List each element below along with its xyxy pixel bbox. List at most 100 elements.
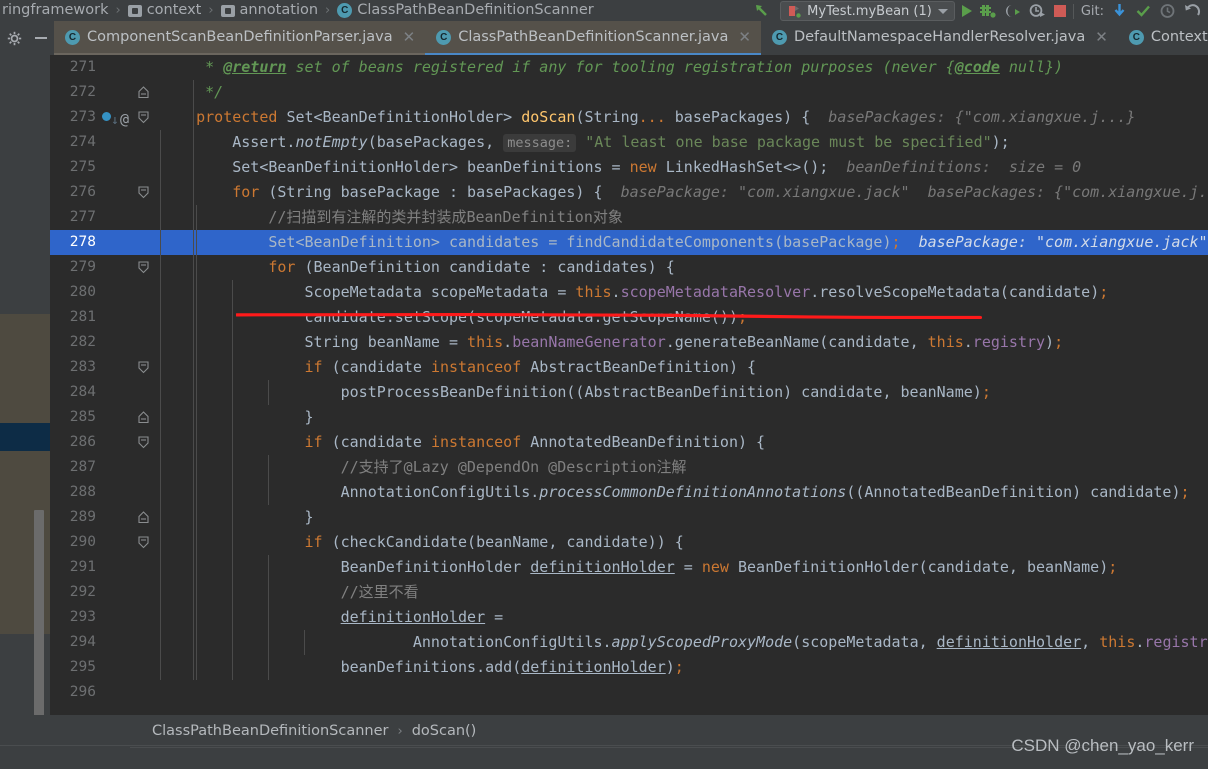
- run-configuration-selector[interactable]: MyTest.myBean (1): [780, 1, 955, 21]
- fold-start-icon[interactable]: [138, 436, 149, 449]
- line-gutter[interactable]: 274: [50, 130, 132, 155]
- line-gutter[interactable]: 282: [50, 330, 132, 355]
- line-gutter[interactable]: 295: [50, 655, 132, 680]
- close-icon[interactable]: ✕: [738, 28, 751, 46]
- code-text: AnnotationConfigUtils.processCommonDefin…: [160, 483, 1190, 501]
- code-line[interactable]: 296: [50, 680, 1208, 700]
- line-gutter[interactable]: 287: [50, 455, 132, 480]
- debug-button[interactable]: [979, 3, 997, 19]
- code-line[interactable]: 293 definitionHolder =: [50, 605, 1208, 630]
- class-icon: C: [1128, 29, 1144, 45]
- code-text: if (candidate instanceof AnnotatedBeanDe…: [304, 433, 766, 451]
- line-gutter[interactable]: 283: [50, 355, 149, 380]
- code-line[interactable]: 276 for (String basePackage : basePackag…: [50, 180, 1208, 205]
- code-line[interactable]: 292 //这里不看: [50, 580, 1208, 605]
- tab-label: ComponentScanBeanDefinitionParser.java: [87, 29, 393, 45]
- code-line[interactable]: 275 Set<BeanDefinitionHolder> beanDefini…: [50, 155, 1208, 180]
- line-gutter[interactable]: 294: [50, 630, 132, 655]
- toolbar-divider: [1072, 3, 1074, 19]
- code-line[interactable]: 288 AnnotationConfigUtils.processCommonD…: [50, 480, 1208, 505]
- line-gutter[interactable]: 293: [50, 605, 132, 630]
- fold-start-icon[interactable]: [138, 186, 149, 199]
- code-line[interactable]: 281 candidate.setScope(scopeMetadata.get…: [50, 305, 1208, 330]
- editor-tab-0[interactable]: C ComponentScanBeanDefinitionParser.java…: [54, 21, 426, 55]
- line-gutter[interactable]: 288: [50, 480, 132, 505]
- gear-icon[interactable]: [7, 31, 22, 46]
- git-update-button[interactable]: [1111, 3, 1128, 19]
- line-gutter[interactable]: 272: [50, 80, 149, 105]
- git-rollback-button[interactable]: [1183, 3, 1202, 19]
- git-commit-button[interactable]: [1135, 3, 1152, 19]
- fold-start-icon[interactable]: [138, 111, 149, 124]
- code-line[interactable]: 282 String beanName = this.beanNameGener…: [50, 330, 1208, 355]
- line-gutter[interactable]: 276: [50, 180, 149, 205]
- run-with-coverage-button[interactable]: [1004, 3, 1022, 19]
- run-button[interactable]: [961, 5, 972, 17]
- editor-tab-3[interactable]: C ContextNa: [1117, 21, 1208, 55]
- breadcrumb-item-class[interactable]: C ClassPathBeanDefinitionScanner: [335, 2, 595, 19]
- code-line[interactable]: 277 //扫描到有注解的类并封装成BeanDefinition对象: [50, 205, 1208, 230]
- line-gutter[interactable]: 292: [50, 580, 132, 605]
- line-gutter[interactable]: 277: [50, 205, 132, 230]
- fold-end-icon[interactable]: [138, 411, 149, 424]
- code-line[interactable]: 289 }: [50, 505, 1208, 530]
- code-line[interactable]: 278 Set<BeanDefinition> candidates = fin…: [50, 230, 1208, 255]
- code-line[interactable]: 279 for (BeanDefinition candidate : cand…: [50, 255, 1208, 280]
- hide-icon[interactable]: [35, 37, 47, 39]
- code-text: if (candidate instanceof AbstractBeanDef…: [304, 358, 757, 376]
- fold-end-icon[interactable]: [138, 511, 149, 524]
- annotation-marker-icon[interactable]: @: [120, 107, 129, 132]
- line-gutter[interactable]: 296: [50, 680, 132, 700]
- code-line[interactable]: 274 Assert.notEmpty(basePackages, messag…: [50, 130, 1208, 155]
- line-gutter[interactable]: 285: [50, 405, 149, 430]
- editor-tab-2[interactable]: C DefaultNamespaceHandlerResolver.java ✕: [760, 21, 1118, 55]
- code-line[interactable]: 285 }: [50, 405, 1208, 430]
- code-line[interactable]: 291 BeanDefinitionHolder definitionHolde…: [50, 555, 1208, 580]
- fold-start-icon[interactable]: [138, 361, 149, 374]
- code-line[interactable]: 294 AnnotationConfigUtils.applyScopedPro…: [50, 630, 1208, 655]
- code-line[interactable]: 287 //支持了@Lazy @DependOn @Description注解: [50, 455, 1208, 480]
- back-arrow-icon[interactable]: [753, 2, 773, 20]
- code-text: //这里不看: [340, 583, 419, 601]
- profile-button[interactable]: [1029, 3, 1047, 19]
- line-gutter[interactable]: 291: [50, 555, 132, 580]
- line-gutter[interactable]: 281: [50, 305, 132, 330]
- code-line[interactable]: 280 ScopeMetadata scopeMetadata = this.s…: [50, 280, 1208, 305]
- line-gutter[interactable]: 271: [50, 55, 132, 80]
- line-gutter[interactable]: 290: [50, 530, 149, 555]
- code-line[interactable]: 272 */: [50, 80, 1208, 105]
- line-gutter[interactable]: 278: [50, 230, 132, 255]
- fold-end-icon[interactable]: [138, 86, 149, 99]
- fold-start-icon[interactable]: [138, 261, 149, 274]
- line-gutter[interactable]: 289: [50, 505, 149, 530]
- breadcrumb-item-package[interactable]: ringframework: [0, 2, 110, 19]
- left-panel-scrollbar[interactable]: [34, 510, 44, 730]
- line-gutter[interactable]: 275: [50, 155, 132, 180]
- code-line[interactable]: 283 if (candidate instanceof AbstractBea…: [50, 355, 1208, 380]
- code-line[interactable]: 290 if (checkCandidate(beanName, candida…: [50, 530, 1208, 555]
- line-number: 292: [69, 584, 96, 600]
- code-line[interactable]: 271 * @return set of beans registered if…: [50, 55, 1208, 80]
- line-gutter[interactable]: 279: [50, 255, 149, 280]
- stop-button[interactable]: [1053, 5, 1066, 17]
- breadcrumb-item-annotation[interactable]: annotation: [219, 2, 320, 19]
- code-line[interactable]: 295 beanDefinitions.add(definitionHolder…: [50, 655, 1208, 680]
- line-gutter[interactable]: 273 ↓ @: [50, 105, 149, 132]
- fold-start-icon[interactable]: [138, 536, 149, 549]
- editor-tab-1[interactable]: C ClassPathBeanDefinitionScanner.java ✕: [425, 21, 761, 55]
- idea-window: ringframework › context › annotation › C…: [0, 0, 1208, 769]
- code-line[interactable]: 286 if (candidate instanceof AnnotatedBe…: [50, 430, 1208, 455]
- close-icon[interactable]: ✕: [1095, 28, 1108, 46]
- git-history-button[interactable]: [1159, 3, 1176, 19]
- line-gutter[interactable]: 284: [50, 380, 132, 405]
- line-gutter[interactable]: 280: [50, 280, 132, 305]
- breadcrumb-method[interactable]: doScan(): [412, 723, 477, 739]
- code-editor[interactable]: 271 * @return set of beans registered if…: [50, 55, 1208, 700]
- code-line[interactable]: 284 postProcessBeanDefinition((AbstractB…: [50, 380, 1208, 405]
- line-gutter[interactable]: 286: [50, 430, 149, 455]
- line-number: 279: [69, 259, 96, 275]
- close-icon[interactable]: ✕: [403, 28, 416, 46]
- breadcrumb-item-context[interactable]: context: [126, 2, 204, 19]
- code-line[interactable]: 273 ↓ @ protected Set<BeanDefinitionHolder…: [50, 105, 1208, 130]
- breadcrumb-class[interactable]: ClassPathBeanDefinitionScanner: [152, 723, 388, 739]
